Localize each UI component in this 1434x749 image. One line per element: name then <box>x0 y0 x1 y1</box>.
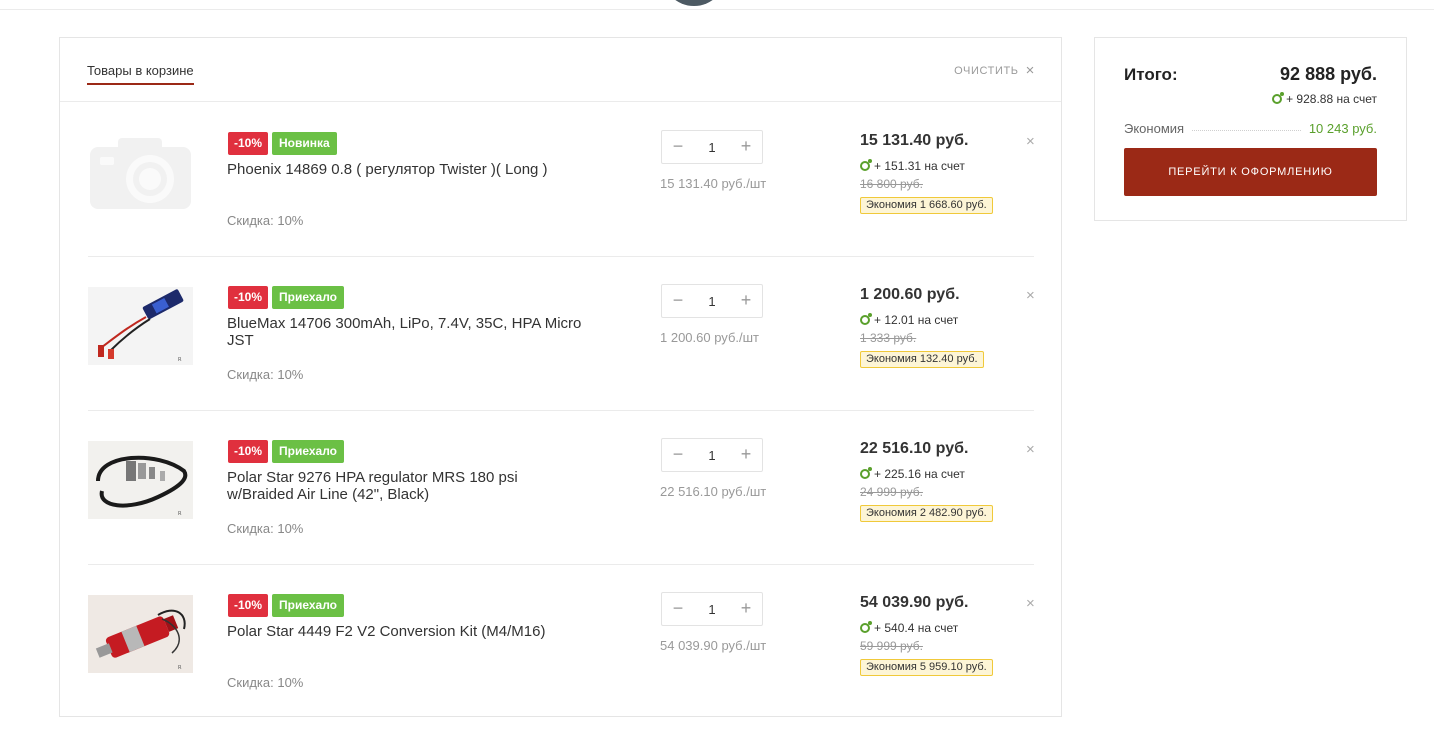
total-bonus: + 928.88 на счет <box>1272 92 1377 106</box>
economy-badge: Экономия 2 482.90 руб. <box>860 505 993 522</box>
decrement-button[interactable]: − <box>662 285 694 317</box>
badges: -10% Приехало <box>228 286 345 309</box>
clear-cart-label: ОЧИСТИТЬ <box>954 64 1019 77</box>
bonus-text: + 151.31 на счет <box>874 159 965 173</box>
increment-button[interactable]: + <box>730 285 762 317</box>
dotted-leader <box>1192 130 1301 131</box>
quantity-input[interactable]: 1 <box>694 140 730 155</box>
discount-badge: -10% <box>228 286 269 309</box>
clear-cart-button[interactable]: ОЧИСТИТЬ × <box>954 62 1035 79</box>
decrement-button[interactable]: − <box>662 131 694 163</box>
bonus-text: + 12.01 на счет <box>874 313 959 327</box>
bonus-icon <box>860 467 872 479</box>
badges: -10% Приехало <box>228 594 345 617</box>
bonus-points: + 225.16 на счет <box>860 467 965 481</box>
cart-item: R -10% Приехало Polar Star 9276 HPA regu… <box>88 411 1035 565</box>
discount-text: Скидка: 10% <box>227 367 304 382</box>
product-name-link[interactable]: Polar Star 4449 F2 V2 Conversion Kit (M4… <box>227 623 582 640</box>
badges: -10% Приехало <box>228 440 345 463</box>
economy-label: Экономия <box>1124 121 1185 136</box>
economy-badge: Экономия 1 668.60 руб. <box>860 197 993 214</box>
product-image[interactable]: R <box>88 287 193 365</box>
svg-text:R: R <box>178 665 182 671</box>
discount-text: Скидка: 10% <box>227 213 304 228</box>
quantity-input[interactable]: 1 <box>694 602 730 617</box>
bonus-text: + 540.4 на счет <box>874 621 959 635</box>
bonus-icon <box>860 621 872 633</box>
remove-item-button[interactable]: × <box>1026 441 1035 458</box>
header-logo-circle <box>662 0 726 6</box>
old-price: 16 800 руб. <box>860 177 923 191</box>
cart-header: Товары в корзине ОЧИСТИТЬ × <box>60 38 1061 102</box>
bonus-points: + 540.4 на счет <box>860 621 958 635</box>
svg-text:R: R <box>178 357 182 363</box>
increment-button[interactable]: + <box>730 593 762 625</box>
unit-price: 54 039.90 руб./шт <box>660 638 767 653</box>
increment-button[interactable]: + <box>730 439 762 471</box>
status-badge: Приехало <box>272 286 345 309</box>
status-badge: Приехало <box>272 440 345 463</box>
quantity-input[interactable]: 1 <box>694 448 730 463</box>
product-image-placeholder[interactable] <box>88 133 193 211</box>
cart-item: R -10% Приехало Polar Star 4449 F2 V2 Co… <box>88 565 1035 719</box>
decrement-button[interactable]: − <box>662 593 694 625</box>
increment-button[interactable]: + <box>730 131 762 163</box>
remove-item-button[interactable]: × <box>1026 133 1035 150</box>
badges: -10% Новинка <box>228 132 337 155</box>
quantity-stepper: − 1 + <box>661 284 763 318</box>
bonus-icon <box>860 159 872 171</box>
total-price: 92 888 руб. <box>1280 64 1377 84</box>
economy-badge: Экономия 5 959.10 руб. <box>860 659 993 676</box>
status-badge: Новинка <box>272 132 337 155</box>
cart-item: R -10% Приехало BlueMax 14706 300mAh, Li… <box>88 257 1035 411</box>
header-divider <box>0 9 1434 10</box>
close-icon: × <box>1025 62 1035 79</box>
old-price: 59 999 руб. <box>860 639 923 653</box>
economy-value: 10 243 руб. <box>1308 121 1377 136</box>
order-summary: Итого: 92 888 руб. + 928.88 на счет Экон… <box>1094 37 1407 221</box>
bonus-points: + 151.31 на счет <box>860 159 965 173</box>
decrement-button[interactable]: − <box>662 439 694 471</box>
svg-text:R: R <box>178 511 182 517</box>
quantity-stepper: − 1 + <box>661 130 763 164</box>
total-bonus-text: + 928.88 на счет <box>1286 92 1377 106</box>
total-label: Итого: <box>1124 65 1178 84</box>
discount-text: Скидка: 10% <box>227 675 304 690</box>
product-image[interactable]: R <box>88 595 193 673</box>
checkout-button[interactable]: ПЕРЕЙТИ К ОФОРМЛЕНИЮ <box>1124 148 1377 196</box>
old-price: 1 333 руб. <box>860 331 917 345</box>
tab-cart-items[interactable]: Товары в корзине <box>87 63 194 85</box>
bonus-icon <box>1272 92 1285 104</box>
discount-badge: -10% <box>228 594 269 617</box>
discount-text: Скидка: 10% <box>227 521 304 536</box>
remove-item-button[interactable]: × <box>1026 287 1035 304</box>
item-total-price: 22 516.10 руб. <box>860 440 969 457</box>
quantity-input[interactable]: 1 <box>694 294 730 309</box>
old-price: 24 999 руб. <box>860 485 923 499</box>
bonus-text: + 225.16 на счет <box>874 467 965 481</box>
quantity-stepper: − 1 + <box>661 592 763 626</box>
remove-item-button[interactable]: × <box>1026 595 1035 612</box>
economy-row: Экономия 10 243 руб. <box>1124 121 1377 136</box>
economy-badge: Экономия 132.40 руб. <box>860 351 984 368</box>
discount-badge: -10% <box>228 440 269 463</box>
product-image[interactable]: R <box>88 441 193 519</box>
status-badge: Приехало <box>272 594 345 617</box>
item-total-price: 15 131.40 руб. <box>860 132 969 149</box>
quantity-stepper: − 1 + <box>661 438 763 472</box>
unit-price: 1 200.60 руб./шт <box>660 330 759 345</box>
bonus-points: + 12.01 на счет <box>860 313 958 327</box>
product-name-link[interactable]: Phoenix 14869 0.8 ( регулятор Twister )(… <box>227 161 582 178</box>
item-total-price: 1 200.60 руб. <box>860 286 960 303</box>
unit-price: 15 131.40 руб./шт <box>660 176 767 191</box>
unit-price: 22 516.10 руб./шт <box>660 484 767 499</box>
item-total-price: 54 039.90 руб. <box>860 594 969 611</box>
bonus-icon <box>860 313 872 325</box>
product-name-link[interactable]: Polar Star 9276 HPA regulator MRS 180 ps… <box>227 469 582 503</box>
discount-badge: -10% <box>228 132 269 155</box>
cart-item: -10% Новинка Phoenix 14869 0.8 ( регулят… <box>88 103 1035 257</box>
cart-panel: Товары в корзине ОЧИСТИТЬ × -10% Новинка… <box>59 37 1062 717</box>
product-name-link[interactable]: BlueMax 14706 300mAh, LiPo, 7.4V, 35C, H… <box>227 315 582 349</box>
